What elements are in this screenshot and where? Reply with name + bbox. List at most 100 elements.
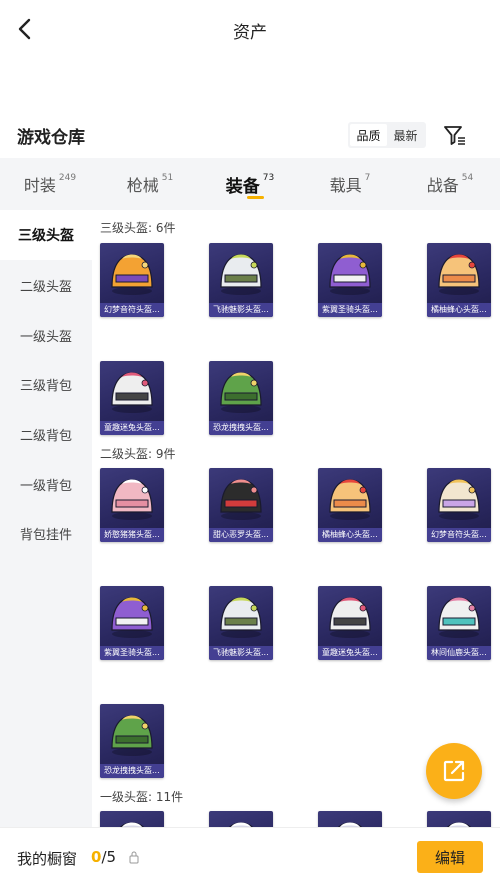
item-card[interactable] (427, 811, 491, 827)
showcase-total: /5 (101, 848, 117, 866)
tab-vehicles[interactable]: 载具 7 (300, 158, 400, 210)
item-card[interactable]: 橘柚蜂心头盔... (427, 243, 491, 317)
sidebar-item-level1-backpack[interactable]: 一级背包 (0, 459, 92, 509)
helmet-icon (228, 822, 254, 827)
tab-fashion[interactable]: 时装 249 (0, 158, 100, 210)
category-tabs: 时装 249 枪械 51 装备 73 载具 7 战备 54 (0, 158, 500, 210)
sort-latest-button[interactable]: 最新 (387, 124, 424, 146)
tab-label: 战备 (426, 176, 459, 195)
filter-button[interactable] (441, 121, 469, 149)
tab-count: 73 (262, 173, 275, 183)
bottom-bar: 我的橱窗 0/5 编辑 (0, 827, 500, 885)
tab-count: 51 (161, 173, 174, 183)
helmet-icon (220, 479, 262, 520)
item-card[interactable]: 林间仙鹿头盔... (427, 586, 491, 660)
section-title-level2-helmet: 二级头盔: 9件 (100, 447, 176, 461)
item-card[interactable]: 飞驰魅影头盔... (209, 243, 273, 317)
helmet-icon (220, 597, 262, 638)
tab-label: 载具 (329, 176, 362, 195)
showcase-current: 0 (91, 848, 102, 866)
share-button[interactable] (426, 743, 482, 799)
tab-count: 7 (364, 173, 371, 183)
helmet-icon (111, 715, 153, 756)
sort-toggle: 品质 最新 (348, 122, 426, 148)
item-name: 童趣迷兔头盔... (100, 421, 164, 435)
item-card[interactable]: 娇憨猪猪头盔... (100, 468, 164, 542)
sort-quality-button[interactable]: 品质 (350, 124, 387, 146)
item-card[interactable]: 橘柚蜂心头盔... (318, 468, 382, 542)
tab-label: 装备 (225, 176, 260, 197)
sidebar-item-level3-backpack[interactable]: 三级背包 (0, 359, 92, 409)
item-card[interactable] (318, 811, 382, 827)
item-card[interactable] (209, 811, 273, 827)
tab-count: 54 (461, 173, 474, 183)
helmet-icon (111, 479, 153, 520)
showcase-count: 0/5 (91, 848, 116, 866)
item-name: 飞驰魅影头盔... (209, 646, 273, 660)
tab-label: 枪械 (126, 176, 159, 195)
helmet-icon (111, 597, 153, 638)
item-name: 娇憨猪猪头盔... (100, 528, 164, 542)
lock-icon (129, 851, 139, 864)
item-card[interactable]: 甜心恶罗头盔... (209, 468, 273, 542)
item-name: 幻梦音符头盔... (100, 303, 164, 317)
helmet-icon (438, 479, 480, 520)
tab-supplies[interactable]: 战备 54 (400, 158, 500, 210)
helmet-icon (438, 597, 480, 638)
sidebar-item-level1-helmet[interactable]: 一级头盔 (0, 310, 92, 360)
helmet-icon (329, 254, 371, 295)
sidebar-item-level2-helmet[interactable]: 二级头盔 (0, 260, 92, 310)
item-name: 恐龙拽拽头盔... (100, 764, 164, 778)
edit-button[interactable]: 编辑 (417, 841, 483, 873)
item-card[interactable]: 幻梦音符头盔... (427, 468, 491, 542)
item-card[interactable]: 紫翼圣骑头盔... (100, 586, 164, 660)
item-card[interactable]: 童趣迷兔头盔... (100, 361, 164, 435)
item-card[interactable] (100, 811, 164, 827)
item-grid: 三级头盔: 6件 幻梦音符头盔... 飞驰魅影头盔... 紫翼圣骑头盔... 橘… (92, 210, 500, 827)
item-card[interactable]: 幻梦音符头盔... (100, 243, 164, 317)
section-title-level3-helmet: 三级头盔: 6件 (100, 221, 176, 235)
item-card[interactable]: 恐龙拽拽头盔... (209, 361, 273, 435)
warehouse-header: 游戏仓库 品质 最新 (0, 115, 500, 155)
item-name: 飞驰魅影头盔... (209, 303, 273, 317)
helmet-icon (329, 597, 371, 638)
tab-count: 249 (58, 173, 77, 183)
item-name: 童趣迷兔头盔... (318, 646, 382, 660)
helmet-icon (329, 479, 371, 520)
item-name: 恐龙拽拽头盔... (209, 421, 273, 435)
sidebar-item-level3-helmet[interactable]: 三级头盔 (0, 210, 92, 260)
helmet-icon (111, 372, 153, 413)
chevron-left-icon (18, 18, 31, 40)
helmet-icon (337, 822, 363, 827)
helmet-icon (220, 372, 262, 413)
item-name: 紫翼圣骑头盔... (318, 303, 382, 317)
showcase-label: 我的橱窗 (17, 850, 78, 868)
item-name: 林间仙鹿头盔... (427, 646, 491, 660)
item-name: 橘柚蜂心头盔... (427, 303, 491, 317)
share-external-icon (443, 760, 465, 782)
page-title: 资产 (233, 23, 267, 43)
item-name: 紫翼圣骑头盔... (100, 646, 164, 660)
tab-guns[interactable]: 枪械 51 (100, 158, 200, 210)
tab-label: 时装 (23, 176, 56, 195)
sidebar-item-level2-backpack[interactable]: 二级背包 (0, 409, 92, 459)
item-card[interactable]: 紫翼圣骑头盔... (318, 243, 382, 317)
active-tab-indicator (247, 196, 264, 199)
helmet-icon (111, 254, 153, 295)
item-card[interactable]: 飞驰魅影头盔... (209, 586, 273, 660)
helmet-icon (119, 822, 145, 827)
item-card[interactable]: 恐龙拽拽头盔... (100, 704, 164, 778)
back-button[interactable] (8, 12, 42, 46)
item-name: 橘柚蜂心头盔... (318, 528, 382, 542)
helmet-icon (220, 254, 262, 295)
warehouse-title: 游戏仓库 (17, 128, 85, 148)
top-bar: 资产 (0, 0, 500, 60)
tab-equipment[interactable]: 装备 73 (200, 158, 300, 210)
item-card[interactable]: 童趣迷兔头盔... (318, 586, 382, 660)
helmet-icon (446, 822, 472, 827)
helmet-icon (438, 254, 480, 295)
sidebar-item-backpack-pendant[interactable]: 背包挂件 (0, 508, 92, 558)
item-name: 甜心恶罗头盔... (209, 528, 273, 542)
filter-icon (444, 126, 465, 145)
sidebar: 三级头盔 二级头盔 一级头盔 三级背包 二级背包 一级背包 背包挂件 (0, 210, 92, 830)
